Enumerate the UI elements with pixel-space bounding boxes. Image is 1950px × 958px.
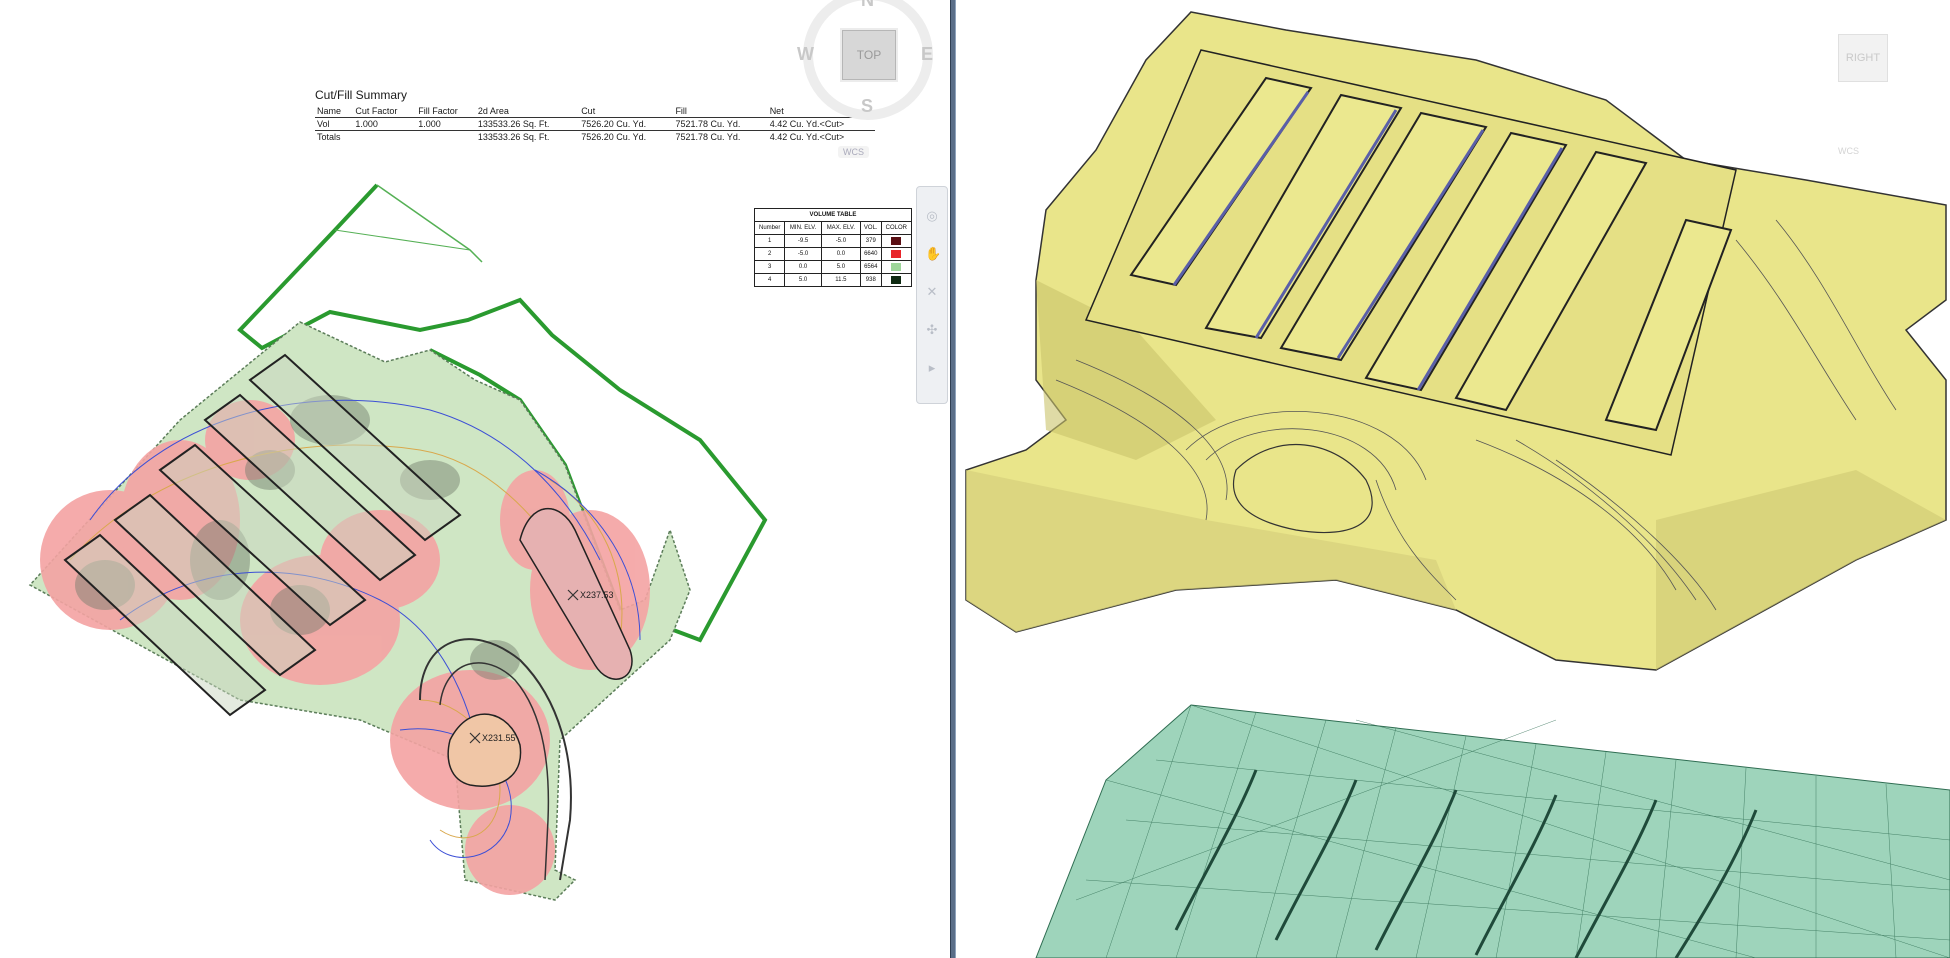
cell: 4 — [753, 273, 786, 287]
viewcube[interactable]: N S E W TOP — [795, 0, 945, 150]
cell: 3 — [753, 260, 786, 274]
cell: 133533.26 Sq. Ft. — [477, 132, 550, 142]
cell: -9.5 — [784, 234, 822, 248]
table-row: 3 0.0 5.0 6564 — [753, 260, 913, 274]
cell: 7526.20 Cu. Yd. — [579, 117, 674, 131]
header-cell: COLOR — [880, 221, 913, 235]
compass-north[interactable]: N — [861, 0, 874, 11]
color-swatch — [891, 263, 902, 271]
compass-south[interactable]: S — [861, 96, 873, 117]
3d-viewport[interactable]: RIGHT WCS — [956, 0, 1950, 958]
cell: 1 — [753, 234, 786, 248]
header-cell: MIN. ELV. — [784, 221, 822, 235]
cell: Vol — [315, 117, 354, 131]
cell: 6640 — [859, 247, 882, 261]
table-row: Totals 133533.26 Sq. Ft. 7526.20 Cu. Yd.… — [315, 131, 875, 144]
cell — [416, 131, 476, 144]
cut-fill-header-row: Name Cut Factor Fill Factor 2d Area Cut … — [315, 105, 875, 118]
cell: 938 — [859, 273, 882, 287]
wcs-menu-right[interactable]: WCS — [1838, 146, 1859, 156]
table-row: 1 -9.5 -5.0 379 — [753, 234, 913, 248]
compass-east[interactable]: E — [921, 44, 933, 65]
header-cell: Name — [315, 105, 354, 118]
color-swatch — [891, 276, 902, 284]
navigation-bar[interactable]: ◎ ✋ ✕ ✣ ▸ — [916, 186, 948, 404]
viewcube-right[interactable]: RIGHT — [1820, 20, 1905, 110]
showmotion-icon[interactable]: ▸ — [925, 361, 939, 375]
volume-table-title: VOLUME TABLE — [754, 208, 912, 222]
cell: 0.0 — [820, 247, 861, 261]
pan-icon[interactable]: ✋ — [925, 247, 941, 261]
header-cell: Cut Factor — [353, 105, 417, 118]
cell: 1.000 — [416, 117, 476, 131]
volume-table: VOLUME TABLE Number MIN. ELV. MAX. ELV. … — [753, 208, 913, 287]
compass-west[interactable]: W — [797, 44, 814, 65]
cell — [353, 131, 416, 144]
cell: Totals — [317, 132, 341, 142]
color-swatch — [891, 250, 902, 258]
header-cell: MAX. ELV. — [820, 221, 861, 235]
orbit-icon[interactable]: ✣ — [925, 323, 939, 337]
cell: 2 — [753, 247, 786, 261]
cell: 0.0 — [784, 260, 822, 274]
viewcube-top-face[interactable]: TOP — [842, 30, 896, 80]
cut-fill-title: Cut/Fill Summary — [315, 88, 408, 102]
plan-viewport[interactable]: X237.53 X231.55 Cut/Fill Summary Name Cu… — [0, 0, 950, 958]
spot-label-1: X237.53 — [580, 590, 614, 600]
cell: 6564 — [859, 260, 882, 274]
header-cell: Fill Factor — [416, 105, 476, 118]
cell: 1.000 — [353, 117, 417, 131]
color-cell — [880, 234, 913, 248]
table-row: 2 -5.0 0.0 6640 — [753, 247, 913, 261]
color-swatch — [891, 237, 902, 245]
steering-wheel-icon[interactable]: ◎ — [925, 209, 939, 223]
spot-label-2: X231.55 — [482, 733, 516, 743]
cut-fill-table: Name Cut Factor Fill Factor 2d Area Cut … — [315, 105, 875, 143]
cell: 7521.78 Cu. Yd. — [673, 117, 768, 131]
cell: -5.0 — [784, 247, 822, 261]
cell: 11.5 — [820, 273, 861, 287]
cut-fill-summary: Cut/Fill Summary Name Cut Factor Fill Fa… — [315, 88, 875, 143]
table-row: 4 5.0 11.5 938 — [753, 273, 913, 287]
header-cell: Fill — [673, 105, 768, 118]
3d-drawing — [965, 11, 1950, 958]
cell: 5.0 — [820, 260, 861, 274]
header-cell: 2d Area — [475, 105, 580, 118]
color-cell — [880, 247, 913, 261]
header-cell: Number — [753, 221, 786, 235]
cell: 379 — [859, 234, 882, 248]
table-row: Vol 1.000 1.000 133533.26 Sq. Ft. 7526.2… — [315, 117, 875, 131]
header-cell: Cut — [579, 105, 674, 118]
cell: 7521.78 Cu. Yd. — [675, 132, 741, 142]
viewcube-right-face[interactable]: RIGHT — [1838, 34, 1888, 82]
cell: 5.0 — [784, 273, 822, 287]
color-cell — [880, 260, 913, 274]
cell: 133533.26 Sq. Ft. — [475, 117, 580, 131]
cell: -5.0 — [820, 234, 861, 248]
header-cell: VOL. — [859, 221, 882, 235]
color-cell — [880, 273, 913, 287]
zoom-icon[interactable]: ✕ — [925, 285, 939, 299]
wcs-menu[interactable]: WCS — [838, 146, 869, 158]
cell: 7526.20 Cu. Yd. — [581, 132, 647, 142]
